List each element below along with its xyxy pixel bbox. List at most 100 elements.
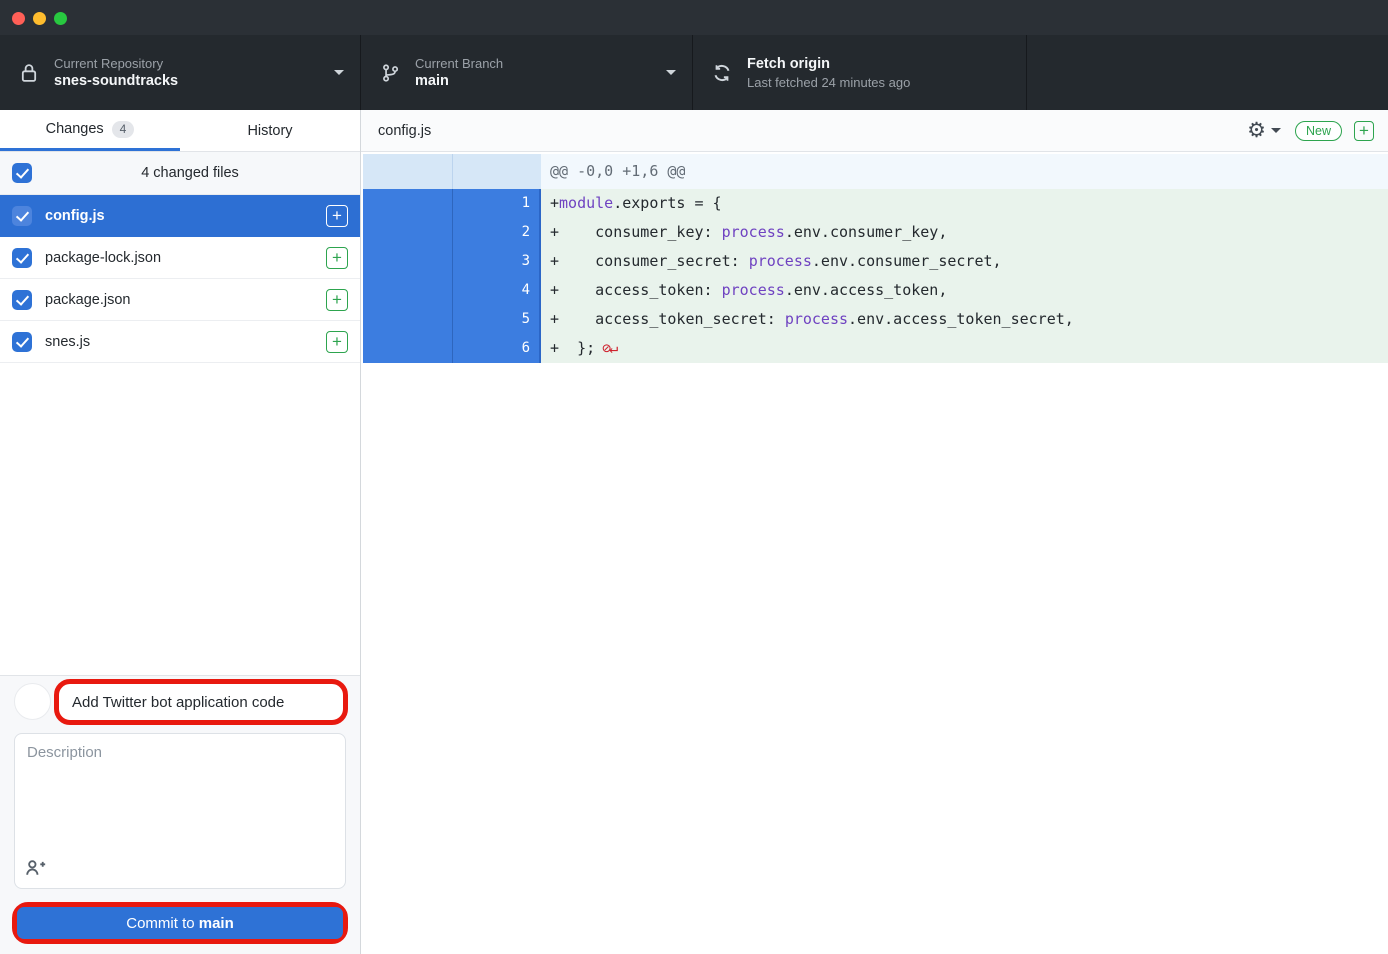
- file-name: snes.js: [45, 334, 326, 350]
- diff-pane: config.js ⚙ New @@ -0,0 +1,6 @@1+module.…: [361, 110, 1388, 954]
- diff-code: + consumer_key: process.env.consumer_key…: [541, 218, 1388, 247]
- file-checkbox[interactable]: [12, 248, 32, 268]
- diff-hunk-row: @@ -0,0 +1,6 @@: [363, 154, 1388, 189]
- git-branch-icon: [379, 61, 401, 85]
- diff-line-number[interactable]: 5: [452, 305, 541, 334]
- commit-summary-annotation: [54, 679, 348, 725]
- code-token: .env.access_token,: [785, 281, 948, 299]
- fetch-origin-button[interactable]: Fetch origin Last fetched 24 minutes ago: [693, 35, 1027, 110]
- chevron-down-icon: [666, 70, 676, 75]
- diff-line-number[interactable]: 1: [452, 189, 541, 218]
- code-token: .exports = {: [613, 194, 721, 212]
- code-token: + consumer_key:: [550, 223, 722, 241]
- diff-line-number[interactable]: 2: [452, 218, 541, 247]
- file-added-icon: [326, 289, 348, 311]
- code-token: + access_token_secret:: [550, 310, 785, 328]
- file-name: config.js: [45, 208, 326, 224]
- minimize-window-button[interactable]: [33, 12, 46, 25]
- diff-line[interactable]: 1+module.exports = {: [363, 189, 1388, 218]
- diff-gutter-old[interactable]: [363, 276, 452, 305]
- current-branch-dropdown[interactable]: Current Branch main: [361, 35, 693, 110]
- diff-gutter-old[interactable]: [363, 305, 452, 334]
- app-toolbar: Current Repository snes-soundtracks Curr…: [0, 35, 1388, 110]
- diff-code: + access_token_secret: process.env.acces…: [541, 305, 1388, 334]
- commit-description-box: [14, 733, 346, 889]
- diff-line[interactable]: 4 + access_token: process.env.access_toke…: [363, 276, 1388, 305]
- file-name: package.json: [45, 292, 326, 308]
- diff-line[interactable]: 3 + consumer_secret: process.env.consumer…: [363, 247, 1388, 276]
- code-token: process: [722, 281, 785, 299]
- diff-file-header: config.js ⚙ New: [361, 110, 1388, 152]
- diff-gutter-new: [452, 154, 541, 189]
- code-token: + consumer_secret:: [550, 252, 749, 270]
- file-row-snes-js[interactable]: snes.js: [0, 321, 360, 363]
- gear-icon[interactable]: ⚙: [1247, 120, 1266, 141]
- chevron-down-icon: [334, 70, 344, 75]
- expand-diff-icon[interactable]: [1354, 121, 1374, 141]
- file-checkbox[interactable]: [12, 290, 32, 310]
- code-token: .env.consumer_key,: [785, 223, 948, 241]
- maximize-window-button[interactable]: [54, 12, 67, 25]
- code-token: .env.consumer_secret,: [812, 252, 1002, 270]
- tab-history-label: History: [247, 123, 292, 139]
- diff-lines: @@ -0,0 +1,6 @@1+module.exports = {2+ co…: [363, 154, 1388, 363]
- diff-code: +module.exports = {: [541, 189, 1388, 218]
- diff-line-number[interactable]: 4: [452, 276, 541, 305]
- changes-sidebar: Changes 4 History 4 changed files config…: [0, 110, 361, 954]
- tab-changes-label: Changes: [46, 121, 104, 137]
- file-row-package-json[interactable]: package.json: [0, 279, 360, 321]
- diff-line[interactable]: 5+ access_token_secret: process.env.acce…: [363, 305, 1388, 334]
- diff-gutter-old[interactable]: [363, 218, 452, 247]
- commit-description-input[interactable]: [15, 734, 345, 846]
- commit-summary-input[interactable]: [59, 694, 343, 711]
- file-added-icon: [326, 247, 348, 269]
- tab-history[interactable]: History: [180, 110, 360, 151]
- code-token: process: [722, 223, 785, 241]
- diff-line[interactable]: 6+ }; ⊘↵: [363, 334, 1388, 363]
- code-token: module: [559, 194, 613, 212]
- user-avatar: [14, 683, 51, 720]
- fetch-origin-status: Last fetched 24 minutes ago: [747, 74, 1010, 91]
- code-token: process: [785, 310, 848, 328]
- file-row-package-lock-json[interactable]: package-lock.json: [0, 237, 360, 279]
- no-newline-marker: ⊘↵: [595, 339, 616, 357]
- chevron-down-icon[interactable]: [1271, 128, 1281, 133]
- current-branch-value: main: [415, 72, 658, 91]
- diff-code: + }; ⊘↵: [541, 334, 1388, 363]
- diff-file-name: config.js: [378, 123, 1247, 139]
- diff-gutter-old[interactable]: [363, 334, 452, 363]
- commit-form: Commit to main: [0, 675, 360, 954]
- new-file-badge: New: [1295, 121, 1342, 141]
- file-checkbox[interactable]: [12, 206, 32, 226]
- changed-files-header: 4 changed files: [0, 152, 360, 195]
- code-token: process: [749, 252, 812, 270]
- current-branch-label: Current Branch: [415, 55, 658, 72]
- diff-line-number[interactable]: 6: [452, 334, 541, 363]
- file-added-icon: [326, 331, 348, 353]
- diff-gutter-old: [363, 154, 452, 189]
- current-repository-value: snes-soundtracks: [54, 72, 326, 91]
- commit-button-annotation: Commit to main: [12, 902, 348, 944]
- current-repository-label: Current Repository: [54, 55, 326, 72]
- sidebar-tabs: Changes 4 History: [0, 110, 360, 152]
- window-titlebar: [0, 0, 1388, 35]
- commit-to-main-button[interactable]: Commit to main: [17, 907, 343, 939]
- file-checkbox[interactable]: [12, 332, 32, 352]
- commit-button-prefix: Commit to: [126, 915, 199, 932]
- diff-gutter-old[interactable]: [363, 189, 452, 218]
- file-added-icon: [326, 205, 348, 227]
- select-all-checkbox[interactable]: [12, 163, 32, 183]
- diff-gutter-old[interactable]: [363, 247, 452, 276]
- close-window-button[interactable]: [12, 12, 25, 25]
- commit-button-branch: main: [199, 915, 234, 932]
- changes-count-badge: 4: [112, 121, 135, 138]
- sync-icon: [711, 61, 733, 85]
- code-token: + access_token:: [550, 281, 722, 299]
- file-row-config-js[interactable]: config.js: [0, 195, 360, 237]
- fetch-origin-label: Fetch origin: [747, 55, 1010, 74]
- diff-line-number[interactable]: 3: [452, 247, 541, 276]
- diff-line[interactable]: 2+ consumer_key: process.env.consumer_ke…: [363, 218, 1388, 247]
- current-repository-dropdown[interactable]: Current Repository snes-soundtracks: [0, 35, 361, 110]
- add-coauthor-icon[interactable]: [25, 856, 51, 880]
- tab-changes[interactable]: Changes 4: [0, 110, 180, 151]
